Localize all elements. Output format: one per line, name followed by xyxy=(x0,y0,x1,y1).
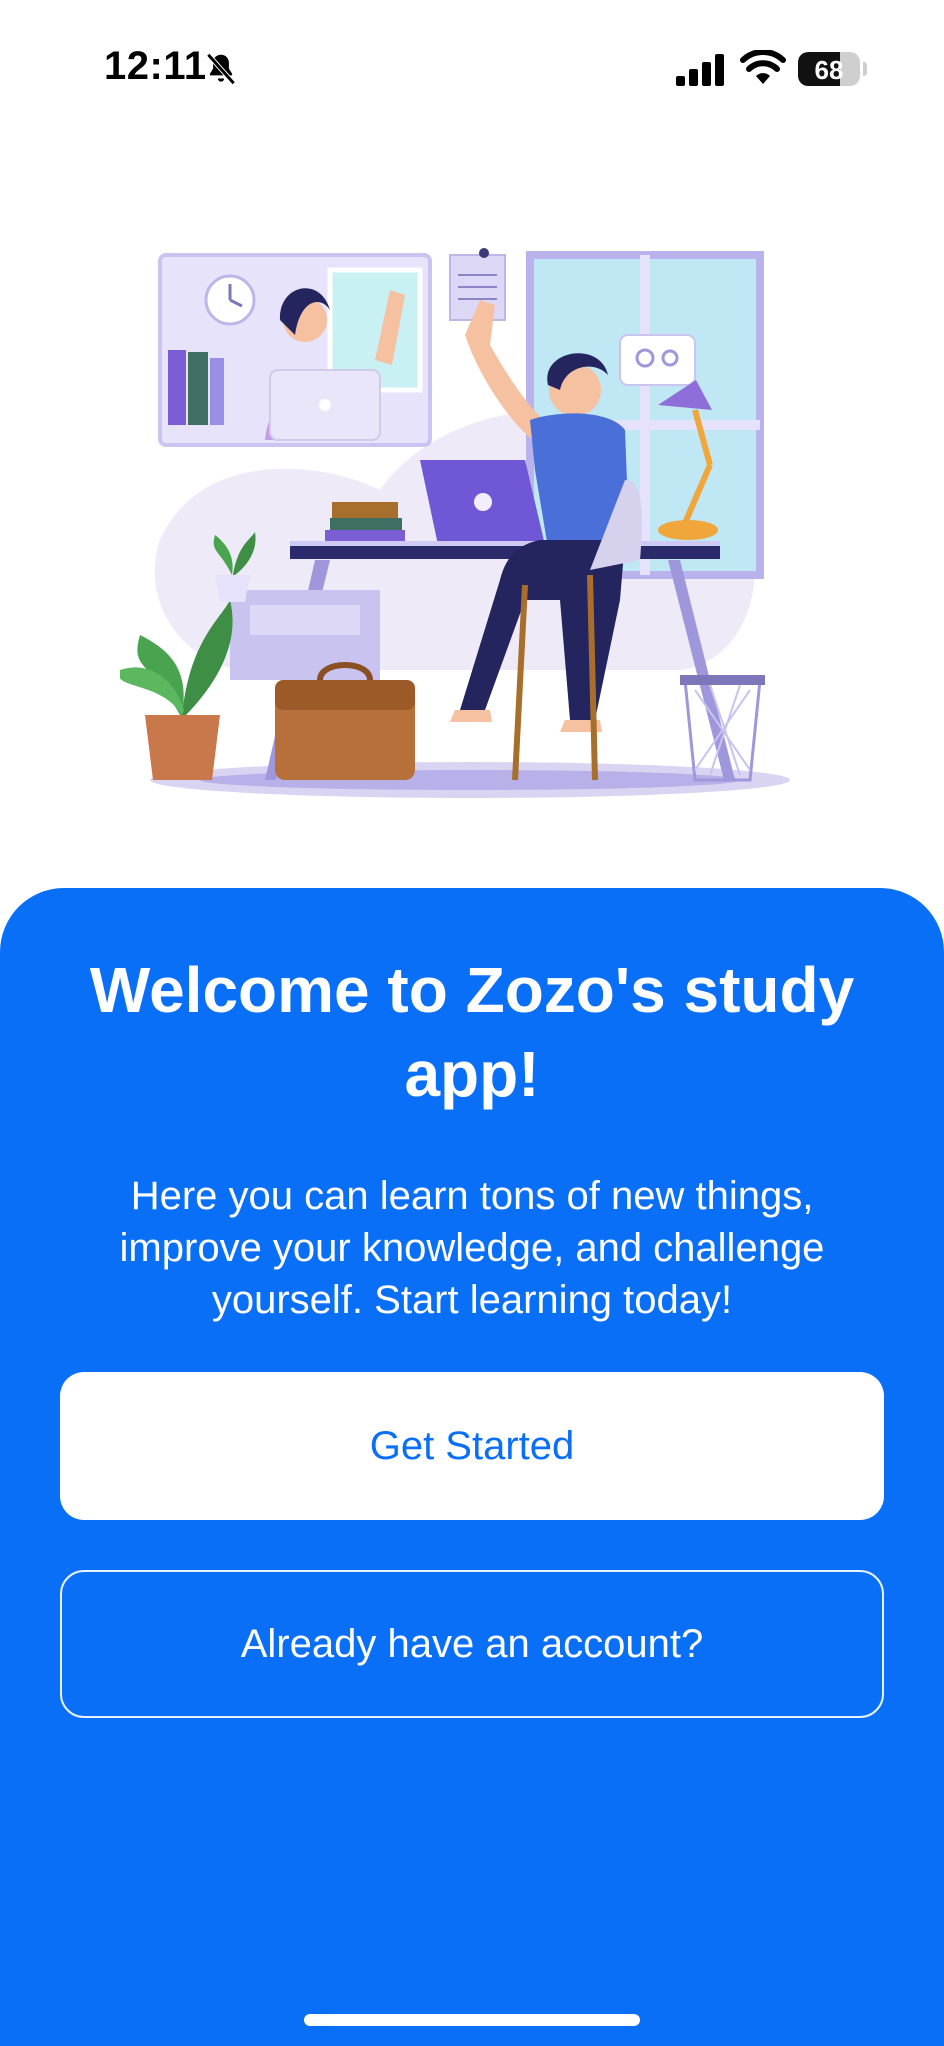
study-illustration xyxy=(120,248,790,798)
home-indicator[interactable] xyxy=(304,2014,640,2026)
login-button[interactable]: Already have an account? xyxy=(60,1570,884,1718)
wifi-icon xyxy=(740,50,786,84)
battery-level: 68 xyxy=(814,55,844,85)
welcome-subtitle: Here you can learn tons of new things, i… xyxy=(119,1174,825,1322)
get-started-button[interactable]: Get Started xyxy=(60,1372,884,1520)
status-time: 12:11 xyxy=(104,44,207,88)
welcome-title: Welcome to Zozo's study app! xyxy=(89,954,855,1110)
bell-slash-icon xyxy=(206,53,236,85)
battery-icon: 68 xyxy=(798,52,860,86)
cellular-signal-icon xyxy=(676,54,724,86)
status-bar: 12:11 68 xyxy=(0,0,944,140)
battery-tip xyxy=(863,62,867,76)
